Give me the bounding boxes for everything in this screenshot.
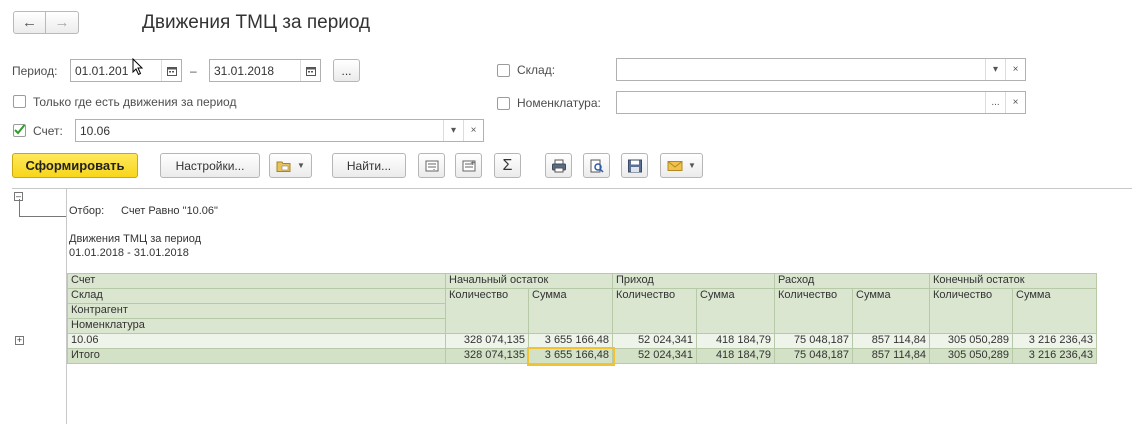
selected-cell-highlight xyxy=(527,347,615,366)
cell-value[interactable]: 52 024,341 xyxy=(612,348,697,364)
select-ellipsis-icon[interactable]: ... xyxy=(985,92,1005,113)
svg-text:+: + xyxy=(470,159,476,167)
dropdown-arrow-icon: ▼ xyxy=(688,161,696,170)
table-header-row: Склад Количество Сумма Количество Сумма … xyxy=(67,288,1097,334)
collapse-groups-icon: - xyxy=(425,160,438,173)
header-sum: Сумма xyxy=(852,288,930,334)
date-from-field[interactable]: 01.01.201 xyxy=(70,59,182,82)
cell-value[interactable]: 328 074,135 xyxy=(445,348,529,364)
generate-button[interactable]: Сформировать xyxy=(12,153,138,178)
sum-button[interactable]: Σ xyxy=(494,153,521,178)
group-line xyxy=(19,199,20,216)
checkmark-icon xyxy=(14,124,26,135)
calendar-icon[interactable] xyxy=(161,60,181,81)
report-period: 01.01.2018 - 31.01.2018 xyxy=(69,247,189,259)
expand-groups-icon: + xyxy=(462,159,476,171)
report-title: Движения ТМЦ за период xyxy=(69,233,202,245)
row-name[interactable]: Итого xyxy=(67,348,446,364)
cell-value[interactable]: 3 216 236,43 xyxy=(1012,333,1097,349)
date-separator: – xyxy=(190,64,197,78)
dropdown-arrow-icon: ▼ xyxy=(297,161,305,170)
header-qty: Количество xyxy=(612,288,697,334)
cell-value[interactable]: 52 024,341 xyxy=(612,333,697,349)
header-qty: Количество xyxy=(445,288,529,334)
cell-value[interactable]: 305 050,289 xyxy=(929,333,1013,349)
print-preview-icon xyxy=(590,159,604,173)
variants-button[interactable]: ▼ xyxy=(269,153,312,178)
header-start-balance: Начальный остаток xyxy=(445,273,613,289)
find-button[interactable]: Найти... xyxy=(332,153,406,178)
header-kontragent: Контрагент xyxy=(67,303,446,319)
table-header-row: Счет Начальный остаток Приход Расход Кон… xyxy=(67,273,1097,289)
send-email-button[interactable]: ▼ xyxy=(660,153,703,178)
row-name[interactable]: 10.06 xyxy=(67,333,446,349)
schet-value: 10.06 xyxy=(80,123,111,138)
expand-group-icon[interactable]: + xyxy=(15,336,24,345)
period-label: Период: xyxy=(12,64,58,78)
report-area-border xyxy=(12,188,1132,189)
clear-icon[interactable]: × xyxy=(1005,59,1025,80)
header-end-balance: Конечный остаток xyxy=(929,273,1097,289)
header-income: Приход xyxy=(612,273,775,289)
folder-icon xyxy=(276,161,291,172)
nomen-label: Номенклатура: xyxy=(517,96,601,110)
nomen-field[interactable]: ... × xyxy=(616,91,1026,114)
schet-field[interactable]: 10.06 ▾ × xyxy=(75,119,484,142)
header-sklad: Склад xyxy=(67,288,446,304)
report-filter-value: Счет Равно "10.06" xyxy=(121,205,218,217)
sklad-label: Склад: xyxy=(517,63,556,77)
header-expense: Расход xyxy=(774,273,930,289)
floppy-disk-icon xyxy=(627,159,642,172)
mouse-cursor-icon xyxy=(132,58,144,76)
clear-icon[interactable]: × xyxy=(1005,92,1025,113)
date-from-value: 01.01.201 xyxy=(75,63,129,78)
svg-text:-: - xyxy=(433,166,435,173)
page-title: Движения ТМЦ за период xyxy=(142,12,371,33)
forward-button[interactable]: → xyxy=(46,11,79,34)
dropdown-arrow-icon[interactable]: ▾ xyxy=(443,120,463,141)
cell-value[interactable]: 328 074,135 xyxy=(445,333,529,349)
clear-icon[interactable]: × xyxy=(463,120,483,141)
cell-value[interactable]: 857 114,84 xyxy=(852,348,930,364)
cell-value[interactable]: 305 050,289 xyxy=(929,348,1013,364)
envelope-icon xyxy=(667,160,683,171)
arrow-left-icon: ← xyxy=(22,14,37,31)
expand-groups-button[interactable]: + xyxy=(455,153,482,178)
only-moves-label: Только где есть движения за период xyxy=(33,95,237,109)
only-moves-checkbox[interactable] xyxy=(13,95,26,108)
header-schet: Счет xyxy=(67,273,446,289)
date-to-field[interactable]: 31.01.2018 xyxy=(209,59,321,82)
cell-value[interactable]: 75 048,187 xyxy=(774,348,853,364)
printer-icon xyxy=(551,159,566,172)
group-line xyxy=(19,216,66,217)
dropdown-arrow-icon[interactable]: ▾ xyxy=(985,59,1005,80)
schet-label: Счет: xyxy=(33,124,63,138)
report-filter-label: Отбор: xyxy=(69,205,105,217)
date-to-value: 31.01.2018 xyxy=(214,63,275,78)
cell-value[interactable]: 75 048,187 xyxy=(774,333,853,349)
cell-value[interactable]: 3 216 236,43 xyxy=(1012,348,1097,364)
cell-value[interactable]: 418 184,79 xyxy=(696,348,775,364)
arrow-right-icon: → xyxy=(54,14,70,31)
save-button[interactable] xyxy=(621,153,648,178)
header-qty: Количество xyxy=(774,288,853,334)
schet-checkbox[interactable] xyxy=(13,124,26,137)
header-sum: Сумма xyxy=(528,288,613,334)
sklad-field[interactable]: ▾ × xyxy=(616,58,1026,81)
collapse-groups-button[interactable]: - xyxy=(418,153,445,178)
header-qty: Количество xyxy=(929,288,1013,334)
nomen-checkbox[interactable] xyxy=(497,97,510,110)
calendar-icon[interactable] xyxy=(300,60,320,81)
header-sum: Сумма xyxy=(696,288,775,334)
cell-value[interactable]: 857 114,84 xyxy=(852,333,930,349)
period-select-button[interactable]: ... xyxy=(333,59,360,82)
settings-button[interactable]: Настройки... xyxy=(160,153,260,178)
cell-value[interactable]: 418 184,79 xyxy=(696,333,775,349)
header-sum: Сумма xyxy=(1012,288,1097,334)
header-nomen: Номенклатура xyxy=(67,318,446,334)
preview-button[interactable] xyxy=(583,153,610,178)
sklad-checkbox[interactable] xyxy=(497,64,510,77)
print-button[interactable] xyxy=(545,153,572,178)
back-button[interactable]: ← xyxy=(13,11,46,34)
